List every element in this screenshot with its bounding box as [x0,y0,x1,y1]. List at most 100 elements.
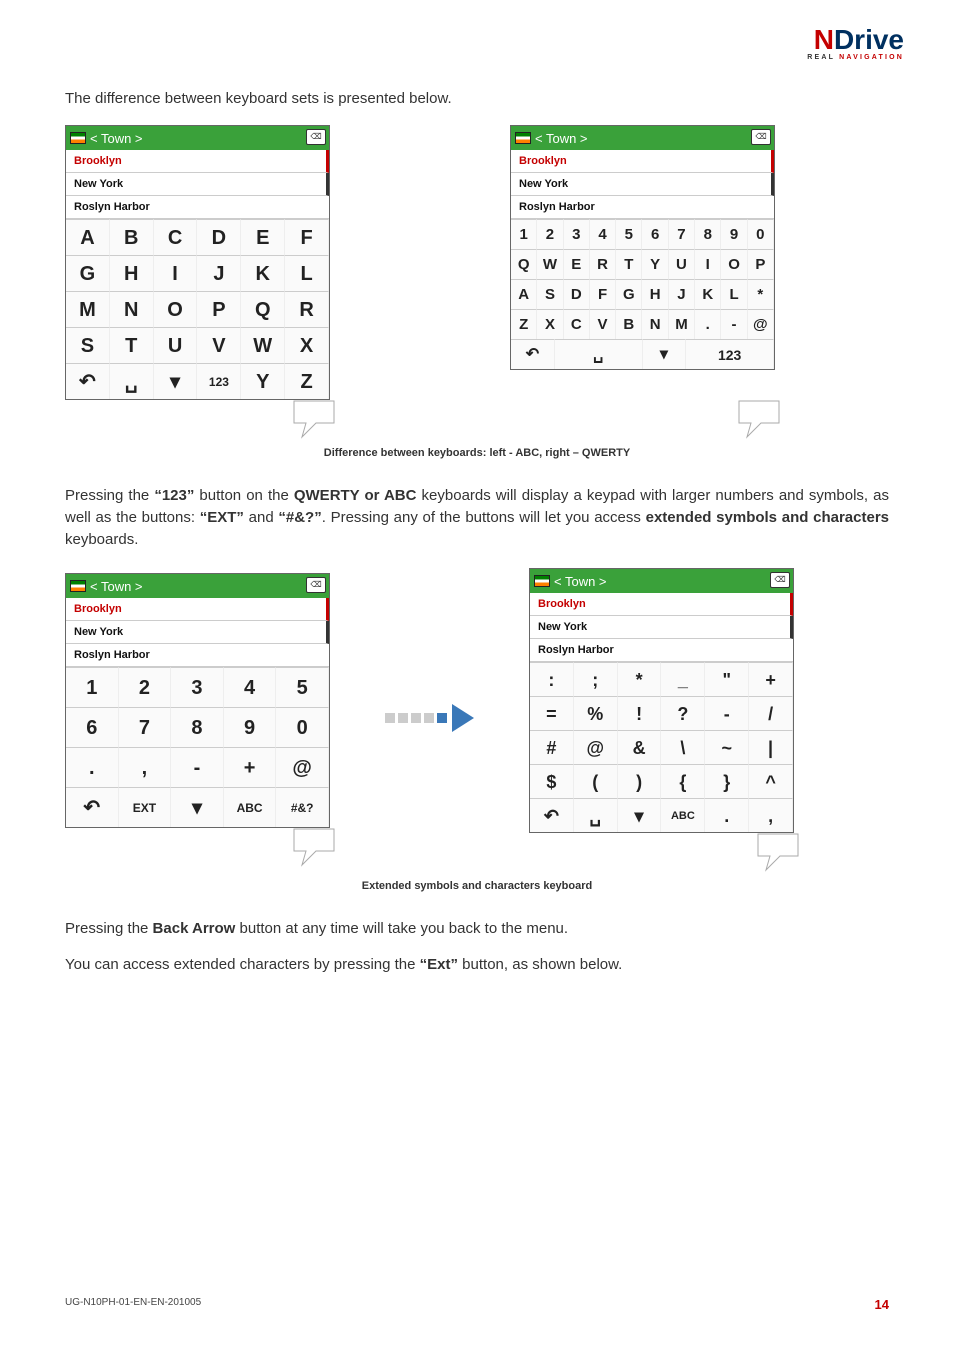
key-y[interactable]: Y [642,249,668,279]
key-abc[interactable]: ABC [661,798,705,832]
key-c[interactable]: C [154,219,198,255]
search-bar[interactable]: < Town > ⌫ [66,574,329,598]
key-3[interactable]: 3 [564,219,590,249]
key-[interactable]: ␣ [574,798,618,832]
key-p[interactable]: P [748,249,774,279]
key-[interactable]: ) [618,764,662,798]
key-[interactable]: ! [618,696,662,730]
key-[interactable]: #&? [276,787,329,827]
key-n[interactable]: N [110,291,154,327]
key-[interactable]: @ [574,730,618,764]
key-[interactable]: ~ [705,730,749,764]
key-4[interactable]: 4 [590,219,616,249]
key-s[interactable]: S [66,327,110,363]
key-r[interactable]: R [590,249,616,279]
key-w[interactable]: W [241,327,285,363]
key-9[interactable]: 9 [721,219,747,249]
key-[interactable]: ▾ [643,339,687,369]
key-[interactable]: ␣ [110,363,154,399]
key-[interactable]: / [749,696,793,730]
key-l[interactable]: L [285,255,329,291]
key-[interactable]: ▾ [618,798,662,832]
key-d[interactable]: D [564,279,590,309]
key-[interactable]: ↶ [66,787,119,827]
key-t[interactable]: T [110,327,154,363]
key-u[interactable]: U [154,327,198,363]
key-[interactable]: : [530,662,574,696]
suggestion-item[interactable]: Roslyn Harbor [530,639,793,662]
key-a[interactable]: A [511,279,537,309]
key-[interactable]: = [530,696,574,730]
key-3[interactable]: 3 [171,667,224,707]
key-[interactable]: ^ [749,764,793,798]
key-q[interactable]: Q [511,249,537,279]
key-[interactable]: % [574,696,618,730]
key-[interactable]: ▾ [171,787,224,827]
key-[interactable]: . [695,309,721,339]
key-0[interactable]: 0 [276,707,329,747]
key-[interactable]: + [224,747,277,787]
backspace-icon[interactable]: ⌫ [770,572,790,588]
key-[interactable]: * [618,662,662,696]
key-c[interactable]: C [564,309,590,339]
key-j[interactable]: J [669,279,695,309]
suggestion-item[interactable]: Roslyn Harbor [511,196,774,219]
key-e[interactable]: E [241,219,285,255]
key-[interactable]: " [705,662,749,696]
key-p[interactable]: P [197,291,241,327]
key-[interactable]: $ [530,764,574,798]
key-[interactable]: ; [574,662,618,696]
backspace-icon[interactable]: ⌫ [306,129,326,145]
key-b[interactable]: B [110,219,154,255]
key-v[interactable]: V [197,327,241,363]
key-[interactable]: , [119,747,172,787]
key-[interactable]: ↶ [530,798,574,832]
key-abc[interactable]: ABC [224,787,277,827]
key-[interactable]: + [749,662,793,696]
key-[interactable]: - [171,747,224,787]
key-q[interactable]: Q [241,291,285,327]
key-[interactable]: @ [276,747,329,787]
key-f[interactable]: F [285,219,329,255]
key-[interactable]: ? [661,696,705,730]
key-f[interactable]: F [590,279,616,309]
suggestion-item[interactable]: New York [66,621,329,644]
key-[interactable]: _ [661,662,705,696]
key-a[interactable]: A [66,219,110,255]
key-v[interactable]: V [590,309,616,339]
suggestion-item[interactable]: New York [511,173,774,196]
key-n[interactable]: N [642,309,668,339]
suggestion-item[interactable]: Brooklyn [66,150,329,173]
key-[interactable]: } [705,764,749,798]
suggestion-item[interactable]: Roslyn Harbor [66,196,329,219]
backspace-icon[interactable]: ⌫ [306,577,326,593]
key-4[interactable]: 4 [224,667,277,707]
suggestion-item[interactable]: Brooklyn [511,150,774,173]
key-8[interactable]: 8 [695,219,721,249]
key-x[interactable]: X [537,309,563,339]
key-w[interactable]: W [537,249,563,279]
suggestion-item[interactable]: Brooklyn [66,598,329,621]
key-[interactable]: # [530,730,574,764]
key-d[interactable]: D [197,219,241,255]
key-r[interactable]: R [285,291,329,327]
key-123[interactable]: 123 [686,339,774,369]
key-[interactable]: ▾ [154,363,198,399]
key-[interactable]: . [66,747,119,787]
key-z[interactable]: Z [285,363,329,399]
key-t[interactable]: T [616,249,642,279]
key-i[interactable]: I [154,255,198,291]
key-7[interactable]: 7 [119,707,172,747]
key-2[interactable]: 2 [537,219,563,249]
key-[interactable]: ↶ [511,339,555,369]
key-[interactable]: \ [661,730,705,764]
key-0[interactable]: 0 [748,219,774,249]
search-bar[interactable]: < Town > ⌫ [511,126,774,150]
key-g[interactable]: G [66,255,110,291]
key-6[interactable]: 6 [642,219,668,249]
key-5[interactable]: 5 [616,219,642,249]
key-h[interactable]: H [110,255,154,291]
key-i[interactable]: I [695,249,721,279]
suggestion-item[interactable]: Brooklyn [530,593,793,616]
key-[interactable]: ␣ [555,339,643,369]
